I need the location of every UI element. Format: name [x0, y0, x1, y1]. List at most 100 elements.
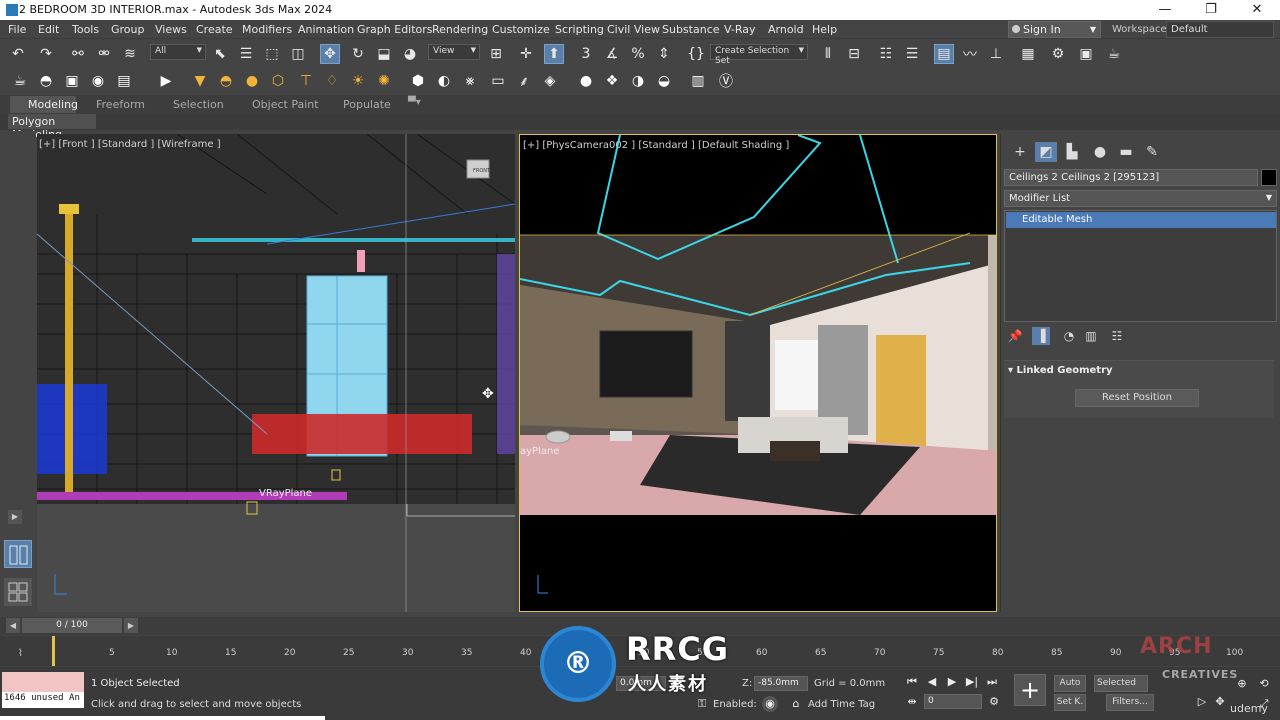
- current-frame-field[interactable]: 0: [924, 694, 982, 709]
- scene-explorer-icon[interactable]: ☷: [876, 44, 896, 64]
- selected-dropdown[interactable]: Selected: [1094, 675, 1148, 692]
- time-prev-icon[interactable]: ◀: [6, 618, 20, 633]
- redo-icon[interactable]: ↷: [36, 44, 56, 64]
- ribbon-tab-populate[interactable]: Populate: [343, 98, 391, 111]
- key-mode-icon[interactable]: ⇹: [904, 694, 920, 710]
- vray-plane-icon[interactable]: ▭: [488, 71, 508, 91]
- front-viewport-label[interactable]: [+] [Front ] [Standard ] [Wireframe ]: [39, 139, 221, 150]
- ribbon-options-icon[interactable]: ▀▾: [408, 97, 421, 108]
- material-editor-icon[interactable]: ▦: [1018, 44, 1038, 64]
- auto-key-button[interactable]: Auto: [1054, 675, 1086, 692]
- select-object-icon[interactable]: ⬉: [210, 44, 230, 64]
- show-end-result-icon[interactable]: ▐: [1032, 327, 1050, 345]
- camera-icon[interactable]: ◉: [88, 71, 108, 91]
- link-icon[interactable]: ⚯: [68, 44, 88, 64]
- menu-file[interactable]: File: [8, 23, 26, 36]
- add-button[interactable]: +: [1014, 674, 1046, 706]
- menu-arnold[interactable]: Arnold: [768, 23, 804, 36]
- menu-group[interactable]: Group: [111, 23, 145, 36]
- workspace-dropdown[interactable]: Default: [1166, 21, 1274, 38]
- vray-decal-icon[interactable]: ◈: [540, 71, 560, 91]
- menu-rendering[interactable]: Rendering: [432, 23, 488, 36]
- object-color-swatch[interactable]: [1261, 169, 1277, 186]
- snaps-toggle-icon[interactable]: 3: [576, 44, 596, 64]
- render-setup-icon[interactable]: ⚙: [1048, 44, 1068, 64]
- sphere-fade-icon[interactable]: ◐: [434, 71, 454, 91]
- keyboard-shortcut-override-icon[interactable]: ⬆: [544, 44, 564, 64]
- menu-animation[interactable]: Animation: [298, 23, 354, 36]
- pivot-center-icon[interactable]: ⊞: [486, 44, 506, 64]
- time-config-icon[interactable]: ⚙: [986, 694, 1002, 710]
- fur-icon[interactable]: ⨳: [460, 71, 480, 91]
- edit-named-selection-icon[interactable]: {}: [686, 44, 706, 64]
- menu-create[interactable]: Create: [196, 23, 233, 36]
- render-production-icon[interactable]: ☕: [1104, 44, 1124, 64]
- create-tab-icon[interactable]: +: [1009, 142, 1031, 162]
- time-slider-thumb[interactable]: 0 / 100: [22, 618, 122, 633]
- angle-snap-icon[interactable]: ∡: [602, 44, 622, 64]
- schematic-view-icon[interactable]: ⊥: [986, 44, 1006, 64]
- ribbon-tab-object-paint[interactable]: Object Paint: [252, 98, 319, 111]
- go-to-end-icon[interactable]: ⏭: [984, 674, 1000, 690]
- camera-viewport-label[interactable]: [+] [PhysCamera002 ] [Standard ] [Defaul…: [523, 140, 789, 151]
- proxy-icon[interactable]: ⬢: [408, 71, 428, 91]
- time-next-icon[interactable]: ▶: [124, 618, 138, 633]
- unlink-icon[interactable]: ⚮: [94, 44, 114, 64]
- close-button[interactable]: ✕: [1234, 1, 1280, 19]
- multi-material-icon[interactable]: ❖: [602, 71, 622, 91]
- track-bar-toggle-icon[interactable]: ⌇: [18, 648, 23, 659]
- menu-scripting[interactable]: Scripting: [555, 23, 604, 36]
- vray-light-icon[interactable]: ▼: [190, 71, 210, 91]
- sun-icon[interactable]: ☀: [348, 71, 368, 91]
- minimize-button[interactable]: —: [1142, 1, 1188, 19]
- display-tab-icon[interactable]: ▬: [1115, 142, 1137, 162]
- play-icon[interactable]: ▶: [944, 674, 960, 690]
- curve-editor-icon[interactable]: 〰: [960, 44, 980, 64]
- make-unique-icon[interactable]: ◔: [1060, 327, 1078, 345]
- maxscript-listener-mini[interactable]: [2, 672, 84, 692]
- teapot-icon[interactable]: ☕: [10, 71, 30, 91]
- front-viewport[interactable]: FRONT ✥ [+] [Front ] [Standard ] [Wirefr…: [37, 134, 515, 612]
- maxscript-output[interactable]: 1646 unused An: [2, 692, 84, 708]
- remove-modifier-icon[interactable]: ▥: [1082, 327, 1100, 345]
- menu-customize[interactable]: Customize: [492, 23, 550, 36]
- ribbon-tab-selection[interactable]: Selection: [173, 98, 224, 111]
- dome-light-icon[interactable]: ◓: [216, 71, 236, 91]
- reset-position-button[interactable]: Reset Position: [1075, 389, 1199, 407]
- menu-vray[interactable]: V-Ray: [724, 23, 756, 36]
- hierarchy-tab-icon[interactable]: ▙: [1061, 142, 1083, 162]
- spot-light-icon[interactable]: ♢: [322, 71, 342, 91]
- window-crossing-icon[interactable]: ◫: [288, 44, 308, 64]
- expand-rail-icon[interactable]: ▶: [8, 510, 22, 524]
- layout-two-viewports-icon[interactable]: [4, 540, 32, 568]
- modifier-list-dropdown[interactable]: Modifier List ▼: [1004, 190, 1277, 207]
- menu-views[interactable]: Views: [155, 23, 187, 36]
- align-icon[interactable]: ⊟: [844, 44, 864, 64]
- set-key-button[interactable]: Set K.: [1054, 694, 1086, 711]
- ribbon-toggle-icon[interactable]: ▤: [934, 44, 954, 64]
- select-rotate-icon[interactable]: ↻: [348, 44, 368, 64]
- menu-modifiers[interactable]: Modifiers: [242, 23, 292, 36]
- maximize-button[interactable]: ❐: [1188, 1, 1234, 19]
- menu-graph-editors[interactable]: Graph Editors: [357, 23, 433, 36]
- enabled-toggle[interactable]: ◉: [762, 696, 778, 712]
- select-scale-icon[interactable]: ⬓: [374, 44, 394, 64]
- select-by-name-icon[interactable]: ☰: [236, 44, 256, 64]
- manipulate-icon[interactable]: ✛: [516, 44, 536, 64]
- ribbon-tab-freeform[interactable]: Freeform: [96, 98, 145, 111]
- next-frame-icon[interactable]: ▶|: [964, 674, 980, 690]
- ref-coord-dropdown[interactable]: View ▼: [428, 44, 480, 60]
- mesh-light-icon[interactable]: ⬡: [268, 71, 288, 91]
- menu-civil-view[interactable]: Civil View: [607, 23, 660, 36]
- vray-fur-icon[interactable]: ⸙: [514, 71, 534, 91]
- go-to-start-icon[interactable]: ⏮: [904, 674, 920, 690]
- orbit-icon[interactable]: ⟲: [1256, 676, 1272, 692]
- bind-space-warp-icon[interactable]: ≋: [120, 44, 140, 64]
- modify-tab-icon[interactable]: ◩: [1035, 142, 1057, 162]
- ies-light-icon[interactable]: ⊤: [296, 71, 316, 91]
- lister-icon[interactable]: ▤: [114, 71, 134, 91]
- mirror-icon[interactable]: ⫴: [818, 44, 838, 64]
- sign-in-button[interactable]: Sign In ▼: [1008, 21, 1101, 38]
- menu-tools[interactable]: Tools: [72, 23, 99, 36]
- frame-buffer-icon[interactable]: ▣: [62, 71, 82, 91]
